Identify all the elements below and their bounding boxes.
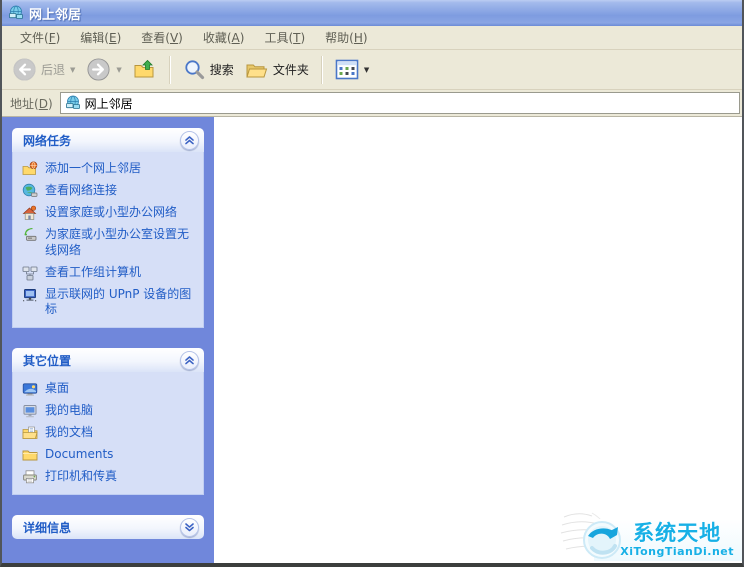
task-item-label: 我的文档 xyxy=(45,425,94,440)
folder-content-area[interactable]: 系统天地 XiTongTianDi.net xyxy=(214,117,742,563)
section-body-other-places: 桌面 我的电脑 我的文档 Documents 打印机和传真 xyxy=(12,372,204,496)
section-title: 详细信息 xyxy=(23,520,72,535)
forward-button[interactable]: ▼ xyxy=(82,55,125,84)
window-title: 网上邻居 xyxy=(29,7,82,23)
network-places-window-icon[interactable] xyxy=(8,5,24,21)
section-header-network-tasks[interactable]: 网络任务 xyxy=(12,128,204,152)
task-item[interactable]: 设置家庭或小型办公网络 xyxy=(22,205,197,221)
task-pane-sidebar: 网络任务 添加一个网上邻居 查看网络连接 设置家庭或小型办公网络 为家庭或小型办… xyxy=(2,117,214,563)
task-item-label: 设置家庭或小型办公网络 xyxy=(45,205,178,219)
task-item-label: 查看工作组计算机 xyxy=(45,264,142,279)
search-label: 搜索 xyxy=(209,63,234,77)
desktop-icon xyxy=(22,381,38,397)
back-icon xyxy=(13,58,36,81)
add-network-place-icon xyxy=(22,161,38,177)
views-dropdown-icon[interactable]: ▼ xyxy=(364,66,369,74)
watermark-site: XiTongTianDi.net xyxy=(620,544,734,558)
task-item[interactable]: 添加一个网上邻居 xyxy=(22,161,197,177)
toolbar: 后退 ▼ ▼ 搜索 文件夹 ▼ xyxy=(2,50,742,90)
task-item-label: 添加一个网上邻居 xyxy=(45,161,142,175)
address-label: 地址(D) xyxy=(10,96,53,111)
up-button[interactable] xyxy=(129,56,161,84)
back-dropdown-icon[interactable]: ▼ xyxy=(70,66,75,74)
task-item-label: 显示联网的 UPnP 设备的图标 xyxy=(45,286,192,317)
menu-item-1[interactable]: 编辑(E) xyxy=(70,26,131,49)
folders-icon xyxy=(246,64,267,77)
task-item-label: 桌面 xyxy=(45,381,70,396)
menu-item-3[interactable]: 收藏(A) xyxy=(193,26,255,49)
menu-item-0[interactable]: 文件(F) xyxy=(10,26,70,49)
task-item[interactable]: 我的文档 xyxy=(22,425,197,441)
chevron-up-icon[interactable] xyxy=(180,130,199,150)
task-item-label: 打印机和传真 xyxy=(45,469,118,484)
task-section-details: 详细信息 xyxy=(12,515,204,540)
wireless-network-icon xyxy=(22,227,38,243)
chevron-up-icon[interactable] xyxy=(180,350,199,370)
folders-label: 文件夹 xyxy=(272,63,309,77)
main-area: 网络任务 添加一个网上邻居 查看网络连接 设置家庭或小型办公网络 为家庭或小型办… xyxy=(2,117,742,563)
menu-bar: 文件(F) 编辑(E) 查看(V) 收藏(A) 工具(T) 帮助(H) xyxy=(2,26,742,50)
address-input[interactable]: 网上邻居 xyxy=(59,92,740,114)
folder-icon xyxy=(22,447,38,463)
toolbar-separator xyxy=(320,55,323,84)
explorer-window: 网上邻居 文件(F) 编辑(E) 查看(V) 收藏(A) 工具(T) 帮助(H) 后退 ▼… xyxy=(0,0,744,567)
views-button[interactable]: ▼ xyxy=(331,57,373,82)
task-section-other-places: 其它位置 桌面 我的电脑 我的文档 Documents 打印机和传真 xyxy=(12,348,204,496)
section-header-other-places[interactable]: 其它位置 xyxy=(12,348,204,373)
task-item[interactable]: 显示联网的 UPnP 设备的图标 xyxy=(22,287,197,319)
task-item-label: 为家庭或小型办公室设置无线网络 xyxy=(45,227,190,257)
search-icon xyxy=(185,60,204,80)
toolbar-separator xyxy=(168,55,171,84)
chevron-down-icon[interactable] xyxy=(180,517,199,537)
back-button[interactable]: 后退 ▼ xyxy=(8,55,79,84)
views-icon xyxy=(335,59,359,80)
task-item-label: Documents xyxy=(45,447,114,462)
title-bar: 网上邻居 xyxy=(2,0,742,26)
printer-icon xyxy=(22,469,38,485)
workgroup-computers-icon xyxy=(22,265,38,281)
task-item[interactable]: 我的电脑 xyxy=(22,403,197,419)
forward-icon xyxy=(87,58,110,81)
task-item-label: 查看网络连接 xyxy=(45,183,118,197)
network-places-icon xyxy=(65,95,81,111)
forward-dropdown-icon[interactable]: ▼ xyxy=(116,66,121,74)
section-title: 网络任务 xyxy=(23,133,72,148)
home-network-icon xyxy=(22,205,38,221)
task-item[interactable]: 桌面 xyxy=(22,381,197,397)
task-item[interactable]: Documents xyxy=(22,447,197,463)
menu-item-5[interactable]: 帮助(H) xyxy=(315,26,377,49)
task-section-network-tasks: 网络任务 添加一个网上邻居 查看网络连接 设置家庭或小型办公网络 为家庭或小型办… xyxy=(12,128,204,329)
back-label: 后退 xyxy=(41,63,66,77)
task-item-label: 我的电脑 xyxy=(45,403,94,418)
task-item[interactable]: 查看网络连接 xyxy=(22,183,197,199)
watermark-name: 系统天地 xyxy=(633,521,722,546)
task-item[interactable]: 查看工作组计算机 xyxy=(22,265,197,281)
watermark-globe-icon xyxy=(583,521,622,559)
section-body-network-tasks: 添加一个网上邻居 查看网络连接 设置家庭或小型办公网络 为家庭或小型办公室设置无… xyxy=(12,152,204,329)
task-item[interactable]: 打印机和传真 xyxy=(22,469,197,485)
section-title: 其它位置 xyxy=(23,353,72,368)
task-item[interactable]: 为家庭或小型办公室设置无线网络 xyxy=(22,227,197,259)
my-documents-icon xyxy=(22,425,38,441)
network-connections-icon xyxy=(22,183,38,199)
watermark: 系统天地 XiTongTianDi.net xyxy=(580,518,742,562)
upnp-devices-icon xyxy=(22,287,38,303)
search-button[interactable]: 搜索 xyxy=(179,56,238,83)
menu-item-2[interactable]: 查看(V) xyxy=(131,26,193,49)
address-bar: 地址(D) 网上邻居 xyxy=(2,90,742,117)
up-folder-icon xyxy=(134,59,154,77)
my-computer-icon xyxy=(22,403,38,419)
folders-button[interactable]: 文件夹 xyxy=(241,56,313,84)
section-header-details[interactable]: 详细信息 xyxy=(12,515,204,540)
menu-item-4[interactable]: 工具(T) xyxy=(254,26,315,49)
address-value: 网上邻居 xyxy=(84,96,133,111)
